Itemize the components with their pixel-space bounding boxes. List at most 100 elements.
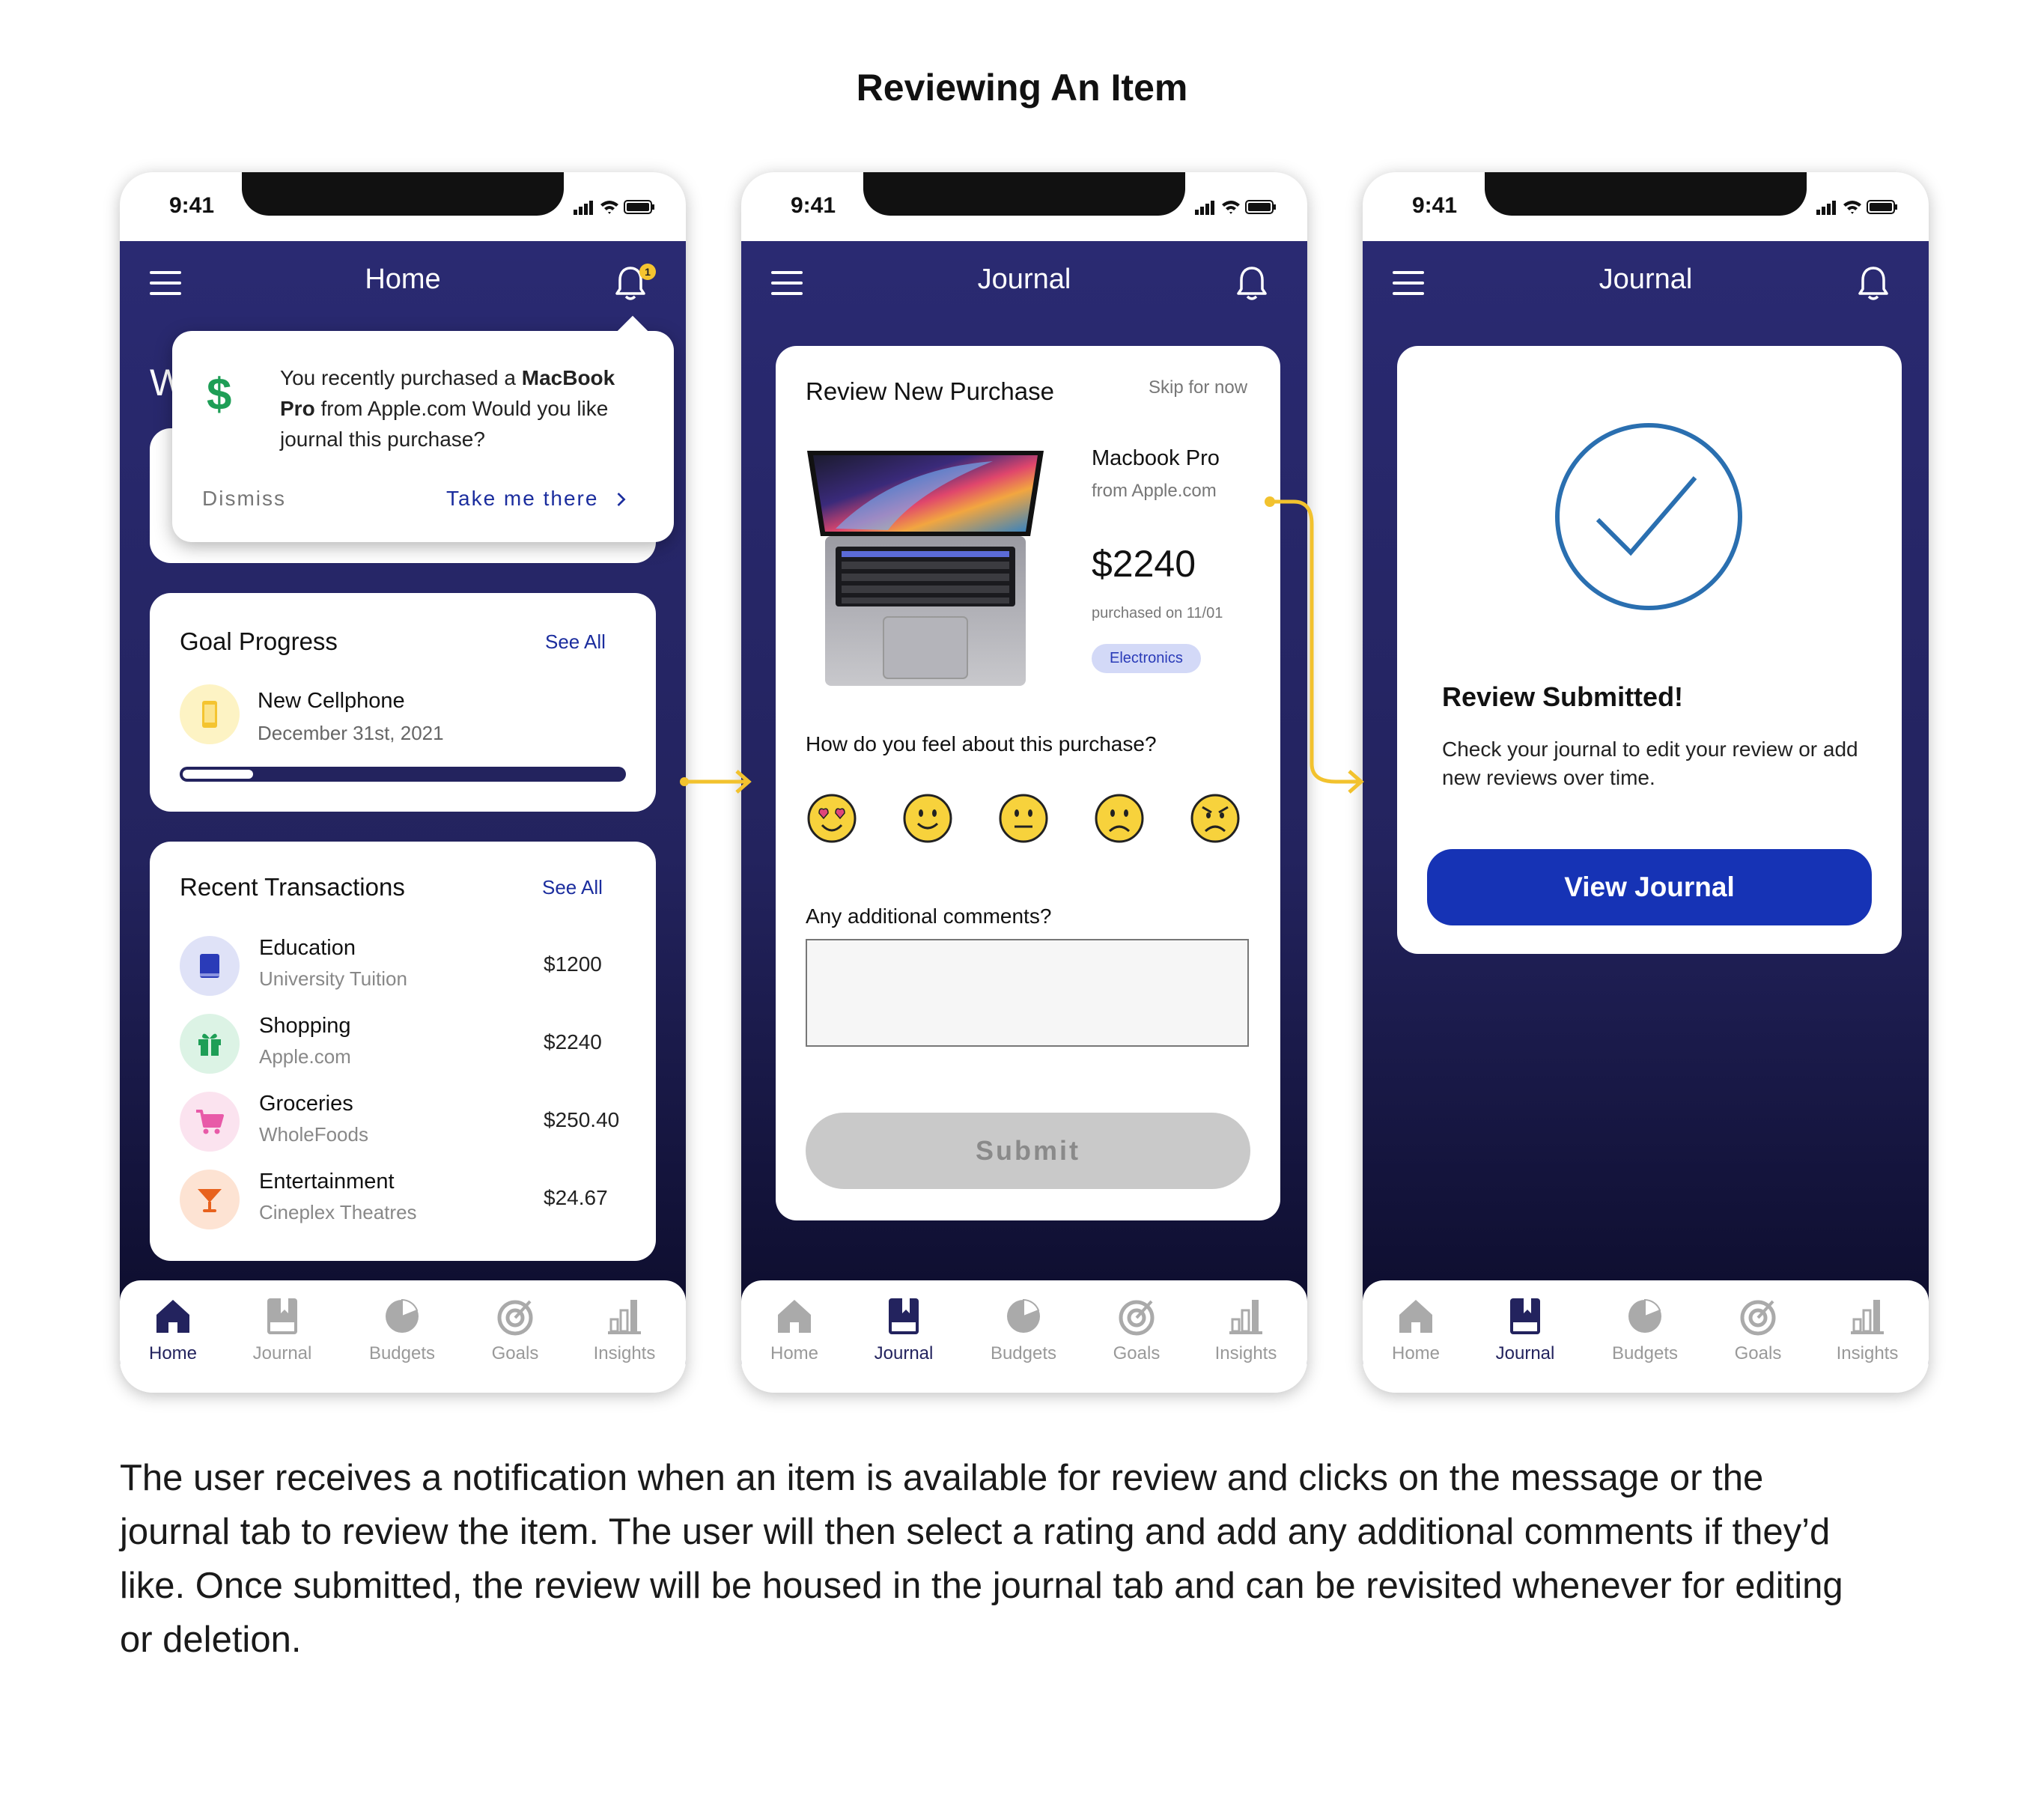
transaction-icon-circle [180, 1170, 240, 1229]
pie-chart-icon [386, 1298, 419, 1333]
cart-icon [196, 1110, 224, 1134]
tab-budgets[interactable]: Budgets [350, 1295, 454, 1364]
angry-emoji-icon[interactable] [1189, 792, 1241, 845]
review-title: Review New Purchase [806, 377, 1054, 405]
goal-name: New Cellphone [258, 689, 405, 713]
tab-home[interactable]: Home [1363, 1295, 1468, 1364]
tab-insights[interactable]: Insights [1193, 1295, 1298, 1364]
tab-insights[interactable]: Insights [1815, 1295, 1920, 1364]
skip-for-now-link[interactable]: Skip for now [1149, 377, 1247, 398]
tab-goals[interactable]: Goals [463, 1295, 568, 1364]
bar-chart-icon [608, 1300, 641, 1334]
phone-review-screen: 9:41 Journal Review New Purchase Skip fo… [741, 172, 1307, 1393]
notch [863, 172, 1185, 216]
transaction-amount: $250.40 [544, 1108, 620, 1131]
tab-goals[interactable]: Goals [1084, 1295, 1189, 1364]
target-icon [1119, 1300, 1155, 1336]
phone-icon [202, 701, 217, 728]
transactions-title: Recent Transactions [180, 873, 405, 901]
submitted-body: Check your journal to edit your review o… [1442, 738, 1858, 789]
tab-label: Budgets [1611, 1343, 1679, 1363]
tab-budgets[interactable]: Budgets [1593, 1295, 1697, 1364]
love-emoji-icon[interactable] [806, 792, 858, 845]
tab-label: Budgets [990, 1343, 1057, 1363]
bell-icon[interactable] [1235, 265, 1268, 301]
tab-journal[interactable]: Journal [1473, 1295, 1578, 1364]
transaction-icon-circle [180, 1014, 240, 1074]
notification-suffix: from Apple.com Would you like journal th… [280, 397, 609, 451]
submit-button[interactable]: Submit [806, 1113, 1250, 1189]
transaction-row[interactable]: Shopping Apple.com $2240 [180, 1011, 644, 1078]
neutral-emoji-icon[interactable] [997, 792, 1050, 845]
transaction-row[interactable]: Education University Tuition $1200 [180, 933, 644, 1000]
checkmark-circle-icon [1555, 423, 1742, 610]
purchase-notification-popup[interactable]: $ You recently purchased a MacBook Pro f… [172, 315, 674, 542]
view-journal-button[interactable]: View Journal [1427, 849, 1872, 925]
journal-review-screen: Journal Review New Purchase Skip for now [741, 241, 1307, 1364]
journal-icon [267, 1298, 297, 1334]
status-time: 9:41 [1412, 193, 1458, 218]
transaction-merchant: University Tuition [259, 967, 407, 990]
goal-progress-title: Goal Progress [180, 627, 338, 655]
target-icon [497, 1300, 533, 1336]
dollar-icon: $ [207, 369, 232, 419]
take-me-there-button[interactable]: Take me there [446, 487, 628, 511]
bar-chart-icon [1851, 1300, 1884, 1334]
tab-label: Goals [491, 1343, 539, 1363]
status-time: 9:41 [791, 193, 836, 218]
bell-icon[interactable] [1857, 265, 1890, 301]
tab-budgets[interactable]: Budgets [971, 1295, 1076, 1364]
goal-progress-bar [180, 767, 626, 782]
sad-emoji-icon[interactable] [1093, 792, 1146, 845]
bar-chart-icon [1229, 1300, 1262, 1334]
header-title: Journal [1599, 264, 1693, 295]
notch [242, 172, 564, 216]
notification-prefix: You recently purchased a [280, 366, 522, 389]
pie-chart-icon [1628, 1298, 1661, 1333]
transaction-merchant: Apple.com [259, 1045, 351, 1068]
tab-journal[interactable]: Journal [230, 1295, 335, 1364]
transaction-name: Shopping [259, 1014, 351, 1038]
tab-home[interactable]: Home [121, 1295, 225, 1364]
tab-label: Goals [1734, 1343, 1782, 1363]
transaction-row[interactable]: Entertainment Cineplex Theatres $24.67 [180, 1167, 644, 1234]
home-icon [778, 1300, 811, 1333]
tab-home[interactable]: Home [742, 1295, 847, 1364]
transaction-name: Groceries [259, 1092, 353, 1116]
transaction-name: Entertainment [259, 1170, 395, 1194]
goal-progress-fill [183, 770, 253, 779]
page-caption: The user receives a notification when an… [120, 1458, 1843, 1660]
rating-row [806, 792, 1255, 846]
transaction-icon-circle [180, 936, 240, 996]
flow-arrow-2 [1265, 496, 1364, 794]
home-icon [156, 1300, 189, 1333]
status-icons [574, 200, 654, 215]
transaction-row[interactable]: Groceries WholeFoods $250.40 [180, 1089, 644, 1156]
transaction-merchant: WholeFoods [259, 1123, 368, 1146]
goal-see-all-link[interactable]: See All [545, 630, 606, 654]
comments-textarea[interactable] [806, 939, 1249, 1047]
gift-icon [198, 1033, 221, 1056]
flow-arrow-1 [680, 770, 752, 794]
tab-goals[interactable]: Goals [1706, 1295, 1810, 1364]
goal-icon-circle [180, 684, 240, 744]
transactions-see-all-link[interactable]: See All [542, 876, 603, 899]
popup-pointer [616, 315, 649, 348]
transaction-amount: $24.67 [544, 1186, 608, 1209]
product-vendor: from Apple.com [1092, 481, 1217, 501]
dismiss-button[interactable]: Dismiss [202, 487, 286, 511]
tab-insights[interactable]: Insights [572, 1295, 677, 1364]
tab-label: Journal [874, 1343, 934, 1363]
tab-journal[interactable]: Journal [851, 1295, 956, 1364]
transaction-amount: $1200 [544, 952, 602, 976]
tab-bar: Home Journal Budgets Goals Insights [120, 1280, 686, 1393]
page-title: Reviewing An Item [856, 67, 1188, 109]
tab-label: Insights [593, 1343, 656, 1363]
journal-icon [1510, 1298, 1540, 1334]
review-submitted-card: Review Submitted! Check your journal to … [1397, 346, 1902, 954]
chevron-right-icon [617, 492, 626, 507]
smile-emoji-icon[interactable] [901, 792, 954, 845]
submitted-title: Review Submitted! [1442, 681, 1684, 712]
book-icon [200, 954, 219, 978]
header-title: Home [365, 264, 441, 295]
